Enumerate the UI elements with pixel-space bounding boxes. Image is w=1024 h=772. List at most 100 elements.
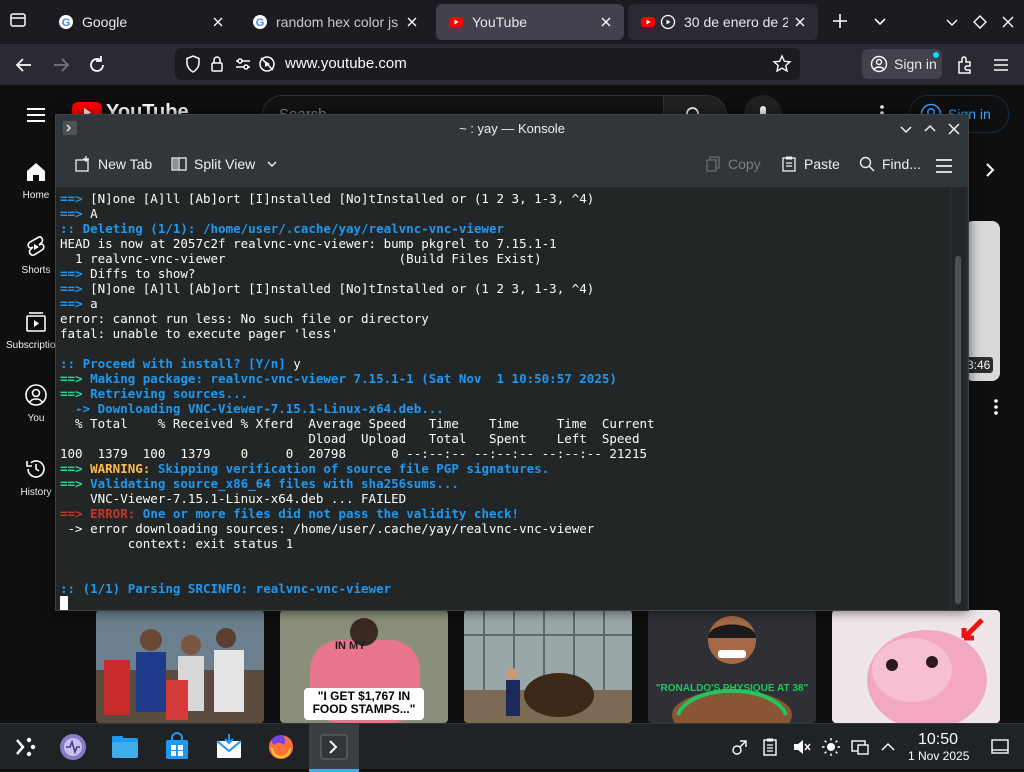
browser-tab-youtube[interactable]: YouTube xyxy=(436,4,624,40)
paste-icon xyxy=(780,155,798,173)
system-monitor-icon[interactable] xyxy=(58,732,88,762)
find-button[interactable]: Find... xyxy=(858,155,921,173)
terminal-scrollbar[interactable] xyxy=(952,188,966,610)
tray-expand-chevron-icon[interactable] xyxy=(878,737,898,757)
hamburger-menu-icon[interactable] xyxy=(990,54,1012,76)
konsole-hamburger-menu-icon[interactable] xyxy=(934,156,954,176)
brightness-icon[interactable] xyxy=(821,737,841,757)
konsole-taskbar-entry[interactable] xyxy=(309,724,359,772)
terminal-output[interactable]: ==> [N]one [A]ll [Ab]ort [I]nstalled [No… xyxy=(56,188,950,610)
terminal-prompt-line xyxy=(60,596,655,611)
shorts-thumbnail[interactable] xyxy=(464,610,632,723)
terminal-line: ==> Retrieving sources... xyxy=(60,386,655,401)
shorts-thumbnail[interactable] xyxy=(832,610,1000,723)
copy-label: Copy xyxy=(728,156,761,172)
bookmark-star-icon[interactable] xyxy=(772,54,792,74)
mail-client-icon[interactable] xyxy=(214,732,244,762)
chips-next-chevron-icon[interactable] xyxy=(970,155,1010,185)
tab-overview-icon[interactable] xyxy=(8,10,28,30)
terminal-line: ==> [N]one [A]ll [Ab]ort [I]nstalled [No… xyxy=(60,191,655,206)
paste-button[interactable]: Paste xyxy=(780,155,840,173)
clock-time[interactable]: 10:50 xyxy=(918,731,958,749)
browser-tab-random-hex[interactable]: G random hex color js - xyxy=(240,4,430,40)
tab-title: 30 de enero de 2 xyxy=(684,14,788,30)
kde-connect-icon[interactable] xyxy=(730,737,750,757)
copy-button[interactable]: Copy xyxy=(704,155,761,173)
clock-date[interactable]: 1 Nov 2025 xyxy=(908,749,969,763)
forward-arrow-icon[interactable] xyxy=(50,54,72,76)
maximize-icon[interactable] xyxy=(922,121,938,137)
youtube-favicon-icon xyxy=(640,14,656,30)
back-arrow-icon[interactable] xyxy=(13,54,35,76)
terminal-segment: error: cannot run less: No such file or … xyxy=(60,311,429,326)
browser-tab-google[interactable]: G Google xyxy=(46,4,236,40)
copy-icon xyxy=(704,155,722,173)
chevron-down-icon xyxy=(265,157,279,171)
terminal-line: -> Downloading VNC-Viewer-7.15.1-Linux-x… xyxy=(60,401,655,416)
terminal-line: VNC-Viewer-7.15.1-Linux-x64.deb ... FAIL… xyxy=(60,491,655,506)
shorts-thumbnail[interactable]: "RONALDO'S PHYSIQUE AT 38" xyxy=(648,610,816,723)
application-launcher-icon[interactable] xyxy=(10,732,40,762)
thumbnail-caption: "I GET $1,767 IN FOOD STAMPS..." xyxy=(312,689,416,716)
split-view-icon xyxy=(170,155,188,173)
youtube-menu-icon[interactable] xyxy=(24,103,48,127)
terminal-line: -> error downloading sources: /home/user… xyxy=(60,521,655,536)
terminal-segment: [N]one [A]ll [Ab]ort [I]nstalled [No]tIn… xyxy=(82,191,595,206)
close-icon[interactable] xyxy=(946,121,962,137)
close-window-icon[interactable] xyxy=(998,12,1018,32)
terminal-segment: a xyxy=(82,296,98,311)
split-view-label: Split View xyxy=(194,156,256,172)
show-desktop-icon[interactable] xyxy=(990,737,1010,757)
video-menu-kebab-icon[interactable] xyxy=(986,397,1006,417)
terminal-segment: ==> xyxy=(60,296,83,311)
guide-label: History xyxy=(20,487,52,498)
url-bar[interactable]: www.youtube.com xyxy=(175,48,800,80)
split-view-button[interactable]: Split View xyxy=(170,155,279,173)
new-tab-plus-icon[interactable] xyxy=(830,11,850,31)
shorts-thumbnail[interactable]: IN MY "I GET $1,767 IN FOOD STAMPS..." xyxy=(280,610,448,723)
volume-muted-icon[interactable] xyxy=(791,737,811,757)
minimize-icon[interactable] xyxy=(898,121,914,137)
terminal-segment: One or more files did not pass the valid… xyxy=(135,506,520,521)
maximize-window-icon[interactable] xyxy=(970,12,990,32)
terminal-segment: ==> xyxy=(60,206,83,221)
terminal-text: ==> [N]one [A]ll [Ab]ort [I]nstalled [No… xyxy=(60,191,655,611)
close-tab-icon[interactable] xyxy=(594,10,618,34)
firefox-sign-in-button[interactable]: Sign in xyxy=(862,49,942,79)
terminal-segment: :: Proceed with install? [Y/n] xyxy=(60,356,286,371)
scrollbar-thumb[interactable] xyxy=(955,256,961,604)
minimize-window-icon[interactable] xyxy=(942,12,962,32)
terminal-segment: Retrieving sources... xyxy=(82,386,249,401)
extensions-icon[interactable] xyxy=(954,54,976,76)
konsole-app-icon xyxy=(62,120,78,136)
discover-store-icon[interactable] xyxy=(162,732,192,762)
permissions-icon[interactable] xyxy=(233,54,253,74)
tab-title: Google xyxy=(82,14,128,30)
sign-in-label: Sign in xyxy=(894,56,937,72)
firefox-icon[interactable] xyxy=(266,732,296,762)
terminal-segment: 100 1379 100 1379 0 0 20798 0 --:--:-- -… xyxy=(60,446,647,461)
terminal-segment: ==> xyxy=(60,281,83,296)
shorts-thumbnail[interactable] xyxy=(96,610,264,723)
url-text[interactable]: www.youtube.com xyxy=(285,55,407,72)
terminal-segment: ==> ERROR: xyxy=(60,506,136,521)
terminal-segment: -> Downloading VNC-Viewer-7.15.1-Linux-x… xyxy=(60,401,444,416)
terminal-segment: VNC-Viewer-7.15.1-Linux-x64.deb ... FAIL… xyxy=(60,491,407,506)
close-tab-icon[interactable] xyxy=(788,10,812,34)
network-wired-icon[interactable] xyxy=(850,737,870,757)
autoplay-blocked-icon[interactable] xyxy=(257,54,277,74)
browser-tab-youtube-video[interactable]: 30 de enero de 2 xyxy=(628,4,818,40)
konsole-titlebar[interactable]: ~ : yay — Konsole xyxy=(56,115,968,143)
close-tab-icon[interactable] xyxy=(206,10,230,34)
reload-icon[interactable] xyxy=(86,54,108,76)
lock-icon[interactable] xyxy=(207,54,227,74)
terminal-line: :: Deleting (1/1): /home/user/.cache/yay… xyxy=(60,221,655,236)
close-tab-icon[interactable] xyxy=(400,10,424,34)
clipboard-icon[interactable] xyxy=(760,737,780,757)
tab-list-chevron-icon[interactable] xyxy=(870,11,890,31)
file-manager-icon[interactable] xyxy=(110,732,140,762)
terminal-segment: HEAD is now at 2057c2f realvnc-vnc-viewe… xyxy=(60,236,557,251)
new-tab-button[interactable]: New Tab xyxy=(74,155,152,173)
shield-icon[interactable] xyxy=(183,54,203,74)
